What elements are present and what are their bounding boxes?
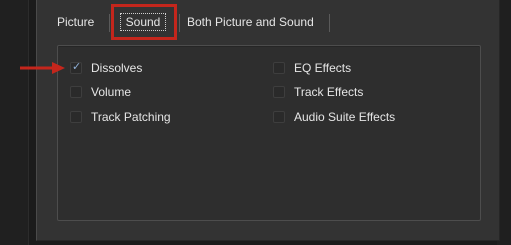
option-label: Dissolves	[91, 61, 143, 75]
option-volume[interactable]: Volume	[70, 84, 131, 100]
options-panel: ✓ Dissolves Volume Track Patching EQ Eff…	[57, 45, 481, 221]
volume-checkbox[interactable]	[70, 86, 82, 98]
track-effects-checkbox[interactable]	[273, 86, 285, 98]
tab-both-picture-and-sound[interactable]: Both Picture and Sound	[187, 10, 327, 34]
option-label: Volume	[91, 85, 132, 99]
options-dialog: Picture Sound Both Picture and Sound ✓ D…	[36, 0, 500, 241]
track-patching-checkbox[interactable]	[70, 111, 82, 123]
audio-suite-effects-checkbox[interactable]	[273, 111, 285, 123]
option-track-patching[interactable]: Track Patching	[70, 109, 171, 125]
option-dissolves[interactable]: ✓ Dissolves	[70, 60, 142, 76]
sound-tab-highlight-box	[111, 4, 177, 40]
dissolves-checkbox[interactable]: ✓	[70, 61, 82, 74]
option-audio-suite-effects[interactable]: Audio Suite Effects	[273, 109, 395, 125]
option-label: Audio Suite Effects	[294, 110, 396, 124]
tab-divider	[179, 14, 180, 32]
check-mark-icon: ✓	[72, 61, 82, 73]
option-track-effects[interactable]: Track Effects	[273, 84, 363, 100]
eq-effects-checkbox[interactable]	[273, 62, 285, 74]
tab-both-label: Both Picture and Sound	[187, 15, 314, 29]
option-label: Track Patching	[91, 110, 171, 124]
screenshot-stage: Picture Sound Both Picture and Sound ✓ D…	[0, 0, 511, 245]
option-label: Track Effects	[294, 85, 364, 99]
tab-divider	[329, 14, 330, 32]
tab-bar: Picture Sound Both Picture and Sound	[37, 10, 499, 34]
left-background-strip	[0, 0, 29, 245]
tab-divider	[109, 14, 110, 32]
tab-picture-label: Picture	[57, 15, 95, 29]
option-label: EQ Effects	[294, 61, 352, 75]
tab-picture[interactable]: Picture	[57, 10, 101, 34]
option-eq-effects[interactable]: EQ Effects	[273, 60, 351, 76]
annotation-arrow-icon	[20, 62, 65, 74]
